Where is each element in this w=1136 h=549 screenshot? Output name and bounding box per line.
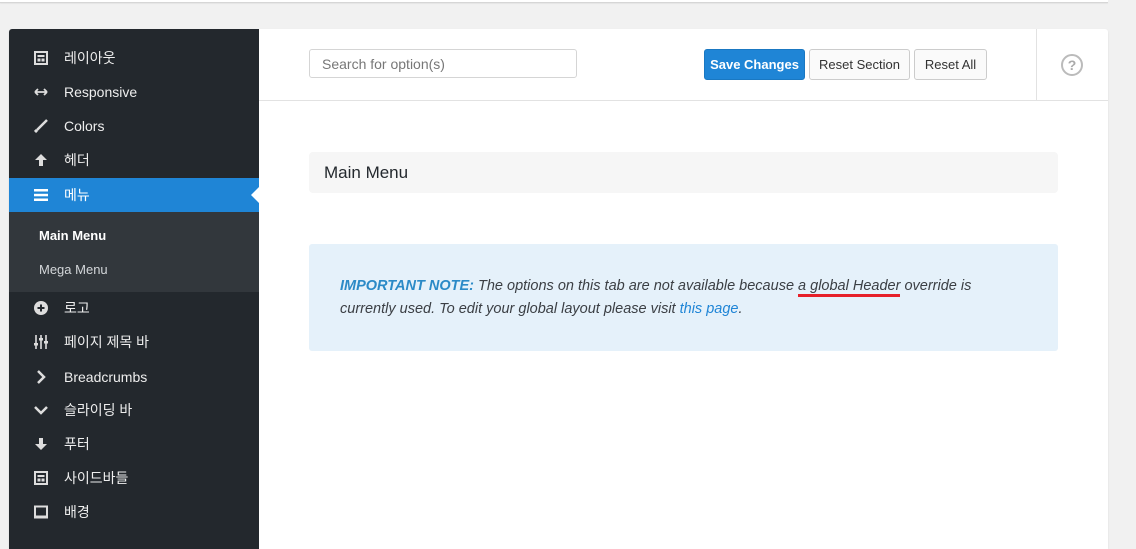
sidebar-item-label: 슬라이딩 바 <box>64 402 133 418</box>
monitor-icon <box>34 505 48 519</box>
sidebar-item-page-title-bar[interactable]: 페이지 제목 바 <box>9 325 259 359</box>
notice-text: The options on this tab are not availabl… <box>473 278 799 294</box>
sidebar-item-label: 배경 <box>64 504 90 520</box>
sidebar-item-label: 헤더 <box>64 152 90 168</box>
reset-all-button[interactable]: Reset All <box>914 49 987 80</box>
sidebar-item-menu[interactable]: 메뉴 <box>9 178 259 212</box>
sidebar-item-breadcrumbs[interactable]: Breadcrumbs <box>9 360 259 394</box>
chevron-right-icon <box>34 370 48 384</box>
arrows-horizontal-icon <box>34 85 48 99</box>
sidebar-item-label: Responsive <box>64 84 138 100</box>
sidebar-item-header[interactable]: 헤더 <box>9 143 259 177</box>
brush-icon <box>34 119 48 133</box>
arrow-up-icon <box>34 153 48 167</box>
options-panel: 레이아웃 Responsive Colors 헤더 메뉴 Main Menu M… <box>9 29 1108 549</box>
sliders-icon <box>34 335 48 349</box>
sidebar-item-label: 페이지 제목 바 <box>64 334 150 350</box>
sidebar: 레이아웃 Responsive Colors 헤더 메뉴 Main Menu M… <box>9 29 259 549</box>
sidebar-layout-icon <box>34 471 48 485</box>
sidebar-item-responsive[interactable]: Responsive <box>9 75 259 109</box>
sidebar-item-layout[interactable]: 레이아웃 <box>9 41 259 75</box>
reset-section-button[interactable]: Reset Section <box>809 49 910 80</box>
menu-icon <box>34 188 48 202</box>
notice-highlight: a global Header <box>798 278 901 297</box>
arrow-down-icon <box>34 437 48 451</box>
previous-card-edge <box>0 0 1108 3</box>
sidebar-item-label: Colors <box>64 118 105 134</box>
sidebar-item-sliding-bar[interactable]: 슬라이딩 바 <box>9 393 259 427</box>
submenu-item-main-menu[interactable]: Main Menu <box>39 228 106 243</box>
submenu-item-mega-menu[interactable]: Mega Menu <box>39 262 108 277</box>
plus-circle-icon <box>34 301 48 315</box>
help-area: ? <box>1036 29 1108 100</box>
sidebar-submenu: Main Menu Mega Menu <box>9 212 259 292</box>
sidebar-item-label: 메뉴 <box>64 187 90 203</box>
this-page-link[interactable]: this page <box>680 301 739 317</box>
sidebar-item-logo[interactable]: 로고 <box>9 291 259 325</box>
sidebar-item-colors[interactable]: Colors <box>9 109 259 143</box>
save-changes-button[interactable]: Save Changes <box>704 49 805 80</box>
chevron-down-icon <box>34 403 48 417</box>
notice-text: . <box>738 301 743 317</box>
sidebar-item-sidebars[interactable]: 사이드바들 <box>9 461 259 495</box>
important-notice: IMPORTANT NOTE: The options on this tab … <box>309 244 1058 351</box>
notice-label: IMPORTANT NOTE: <box>340 278 474 294</box>
layout-icon <box>34 51 48 65</box>
sidebar-item-label: 레이아웃 <box>64 50 116 66</box>
sidebar-item-label: Breadcrumbs <box>64 369 148 385</box>
sidebar-item-label: 로고 <box>64 300 90 316</box>
sidebar-item-label: 푸터 <box>64 436 90 452</box>
options-toolbar: Save Changes Reset Section Reset All ? <box>259 29 1108 101</box>
search-input[interactable] <box>309 49 577 78</box>
help-icon[interactable]: ? <box>1061 54 1083 76</box>
sidebar-item-background[interactable]: 배경 <box>9 495 259 529</box>
sidebar-item-label: 사이드바들 <box>64 470 129 486</box>
sidebar-item-footer[interactable]: 푸터 <box>9 427 259 461</box>
section-title: Main Menu <box>309 152 1058 193</box>
